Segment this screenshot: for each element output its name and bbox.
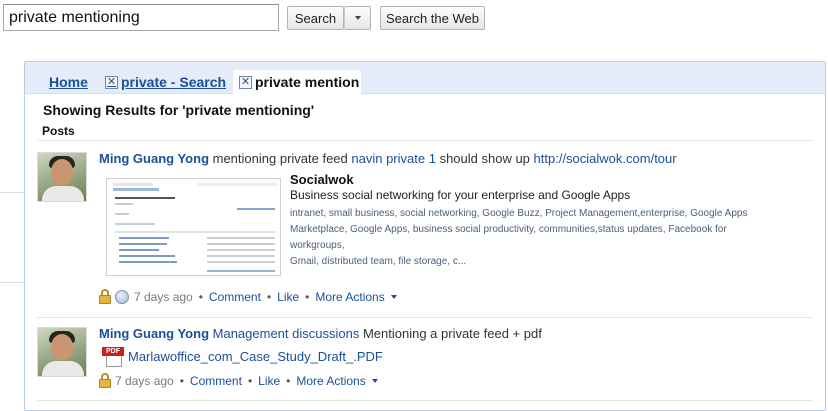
- post-body: Mentioning a private feed + pdf: [359, 326, 542, 341]
- post-text: Ming Guang Yong Management discussions M…: [99, 326, 542, 341]
- feed-link[interactable]: Management discussions: [213, 326, 360, 341]
- search-button[interactable]: Search: [287, 6, 344, 30]
- separator: •: [305, 289, 310, 304]
- attachment-link[interactable]: Marlawoffice_com_Case_Study_Draft_.PDF: [128, 349, 383, 364]
- results-panel: Home ✕ private - Search ✕ private mentio…: [24, 61, 826, 411]
- comment-link[interactable]: Comment: [209, 290, 261, 304]
- tab-home[interactable]: Home: [49, 70, 88, 94]
- like-link[interactable]: Like: [277, 290, 299, 304]
- separator: •: [266, 289, 272, 304]
- lock-icon: [99, 373, 111, 388]
- link-preview-tags: intranet, small business, social network…: [290, 206, 765, 270]
- post-time: 7 days ago: [115, 373, 174, 388]
- avatar[interactable]: [37, 152, 87, 202]
- separator: •: [286, 373, 291, 388]
- globe-icon: [115, 289, 129, 304]
- chevron-down-icon: [354, 16, 361, 20]
- search-options-dropdown[interactable]: [344, 6, 371, 30]
- tab-private-mention-label: private mention: [255, 74, 360, 90]
- close-icon[interactable]: ✕: [105, 75, 118, 89]
- more-actions-link[interactable]: More Actions: [296, 374, 365, 388]
- link-preview-description: Business social networking for your ente…: [290, 188, 631, 202]
- separator: •: [247, 373, 253, 388]
- separator: •: [198, 289, 203, 304]
- section-label-posts: Posts: [42, 124, 75, 138]
- link-preview-title[interactable]: Socialwok: [290, 172, 354, 187]
- post-meta: 7 days ago • Comment • Like • More Actio…: [99, 289, 397, 304]
- link-preview-thumbnail[interactable]: [106, 178, 281, 276]
- chevron-down-icon[interactable]: [371, 378, 378, 383]
- like-link[interactable]: Like: [258, 374, 280, 388]
- post-body: should show up: [435, 151, 534, 166]
- avatar[interactable]: [37, 327, 87, 377]
- results-heading: Showing Results for 'private mentioning': [43, 102, 315, 118]
- post-meta: 7 days ago • Comment • Like • More Actio…: [99, 373, 378, 388]
- pdf-badge: PDF: [102, 347, 124, 356]
- left-divider: [0, 192, 24, 193]
- tags-line: Gmail, distributed team, file storage, c…: [290, 256, 467, 267]
- comment-link[interactable]: Comment: [190, 374, 242, 388]
- post-time: 7 days ago: [134, 289, 193, 304]
- tags-line: intranet, small business, social network…: [290, 208, 748, 219]
- divider: [37, 317, 813, 318]
- more-actions-link[interactable]: More Actions: [315, 290, 384, 304]
- tab-private-mention[interactable]: ✕ private mention: [233, 70, 361, 94]
- separator: •: [179, 373, 184, 388]
- left-divider: [0, 282, 24, 283]
- chevron-down-icon[interactable]: [390, 294, 397, 299]
- close-icon[interactable]: ✕: [239, 75, 252, 89]
- mention-link[interactable]: navin private 1: [351, 151, 436, 166]
- divider: [37, 400, 813, 401]
- search-input[interactable]: [3, 4, 279, 31]
- post-author-link[interactable]: Ming Guang Yong: [99, 326, 209, 341]
- post-body: mentioning private feed: [209, 151, 352, 166]
- tab-home-label: Home: [49, 74, 88, 90]
- tags-line: Marketplace, Google Apps, business socia…: [290, 224, 727, 251]
- lock-icon: [99, 289, 111, 304]
- post-text: Ming Guang Yong mentioning private feed …: [99, 151, 677, 166]
- tab-private-search[interactable]: ✕ private - Search: [105, 70, 226, 94]
- tab-bar: Home ✕ private - Search ✕ private mentio…: [25, 62, 825, 94]
- post-url-link[interactable]: http://socialwok.com/tour: [534, 151, 677, 166]
- post-author-link[interactable]: Ming Guang Yong: [99, 151, 209, 166]
- pdf-icon: PDF: [102, 347, 125, 367]
- search-web-button[interactable]: Search the Web: [380, 6, 485, 30]
- divider: [37, 140, 813, 141]
- tab-private-search-label: private - Search: [121, 74, 227, 90]
